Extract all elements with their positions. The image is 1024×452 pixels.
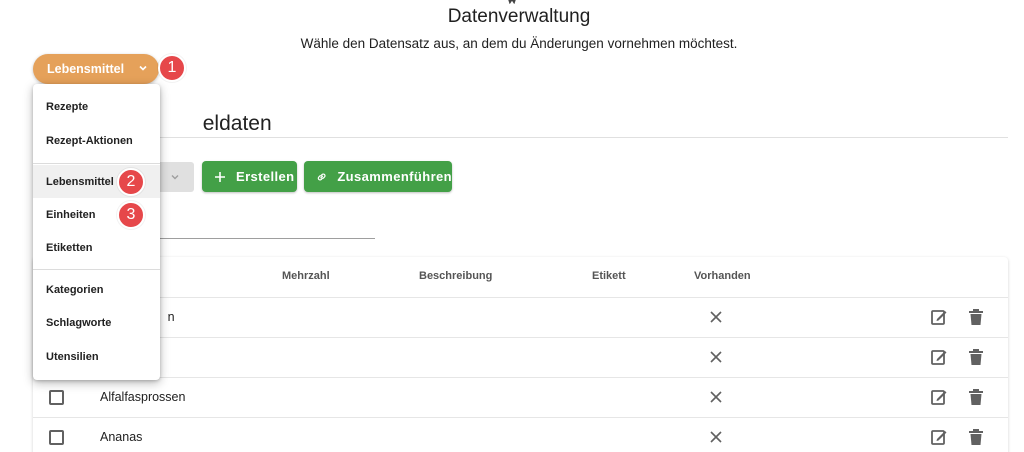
row-divider <box>33 337 1008 338</box>
merge-button[interactable]: Zusammenführen <box>304 161 452 192</box>
page-title: Datenverwaltung <box>447 6 591 27</box>
row-checkbox[interactable] <box>49 430 64 445</box>
dataset-select-button[interactable]: Lebensmittel <box>33 54 159 84</box>
table-row-name: Alfalfasprossen <box>100 390 186 404</box>
trash-icon[interactable] <box>968 308 984 326</box>
row-divider <box>33 377 1008 378</box>
chevron-down-icon <box>139 65 147 71</box>
close-icon <box>710 351 722 363</box>
column-header-vorhanden[interactable]: Vorhanden <box>694 270 751 282</box>
trash-icon[interactable] <box>968 428 984 446</box>
edit-icon[interactable] <box>930 428 948 446</box>
menu-item-kategorien[interactable]: Kategorien <box>33 273 160 306</box>
column-header-mehrzahl[interactable]: Mehrzahl <box>282 270 330 282</box>
page-subtitle: Wähle den Datensatz aus, an dem du Änder… <box>300 36 738 51</box>
close-icon <box>710 391 722 403</box>
menu-divider <box>33 269 160 270</box>
edit-icon[interactable] <box>930 388 948 406</box>
link-icon <box>317 172 326 181</box>
row-divider <box>33 297 1008 298</box>
close-icon <box>710 431 722 443</box>
trash-icon[interactable] <box>968 348 984 366</box>
plus-icon <box>215 171 225 182</box>
edit-icon[interactable] <box>930 348 948 366</box>
callout-badge-1: 1 <box>158 54 186 82</box>
dataset-dropdown-menu: Rezepte Rezept-Aktionen Lebensmittel Ein… <box>33 84 160 380</box>
section-divider <box>33 137 1008 138</box>
trash-icon[interactable] <box>968 388 984 406</box>
create-button[interactable]: Erstellen <box>202 161 297 192</box>
menu-item-schlagworte[interactable]: Schlagworte <box>33 306 160 339</box>
menu-item-rezept-aktionen[interactable]: Rezept-Aktionen <box>33 124 160 157</box>
close-icon <box>710 311 722 323</box>
edit-icon[interactable] <box>930 308 948 326</box>
callout-badge-2: 2 <box>117 168 145 196</box>
create-button-label: Erstellen <box>236 169 295 184</box>
data-table <box>33 257 1008 452</box>
menu-item-rezepte[interactable]: Rezepte <box>33 90 160 123</box>
menu-divider <box>33 163 160 164</box>
table-row-name: Ananas <box>100 430 143 444</box>
menu-item-utensilien[interactable]: Utensilien <box>33 340 160 373</box>
chevron-down-icon <box>171 175 179 180</box>
menu-item-etiketten[interactable]: Etiketten <box>33 231 160 264</box>
column-header-etikett[interactable]: Etikett <box>592 270 626 282</box>
search-input[interactable] <box>150 238 375 239</box>
column-header-beschreibung[interactable]: Beschreibung <box>419 270 492 282</box>
header-logo-icon <box>508 0 516 4</box>
row-checkbox[interactable] <box>49 390 64 405</box>
row-divider <box>33 417 1008 418</box>
merge-button-label: Zusammenführen <box>337 169 452 184</box>
dataset-select-label: Lebensmittel <box>47 62 125 76</box>
callout-badge-3: 3 <box>117 201 145 229</box>
